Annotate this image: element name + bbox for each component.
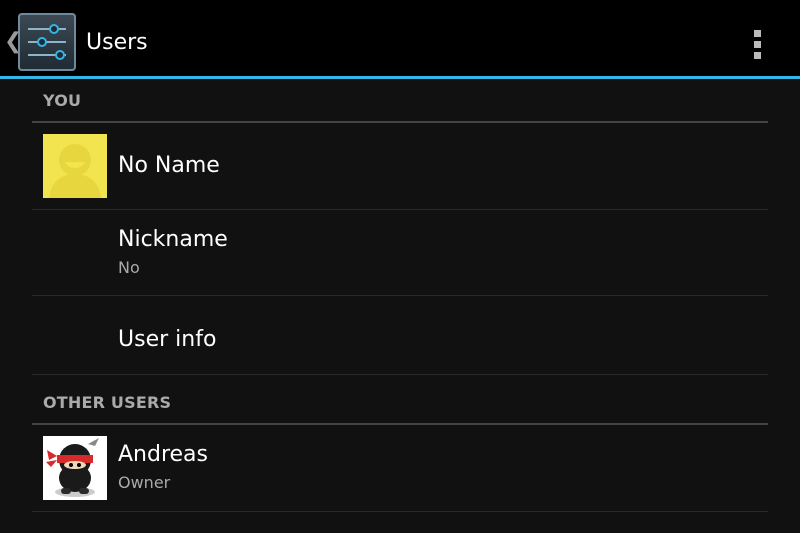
user-role: Owner (118, 473, 171, 492)
overflow-dot (754, 41, 761, 48)
list-item-nickname[interactable]: Nickname No (32, 210, 768, 296)
section-header-other-users: OTHER USERS (32, 381, 768, 425)
list-item-user-andreas[interactable]: Andreas Owner (32, 425, 768, 512)
user-name: Andreas (118, 442, 208, 467)
overflow-dot (754, 52, 761, 59)
default-user-avatar (43, 134, 107, 198)
ninja-avatar (43, 436, 107, 500)
list-item-own-profile[interactable]: No Name (32, 123, 768, 210)
profile-name: No Name (118, 153, 220, 178)
section-header-label: YOU (43, 91, 82, 110)
users-list[interactable]: YOU No Name Nickname No User info OTHER … (0, 79, 800, 533)
section-header-you: YOU (32, 79, 768, 123)
nickname-value: No (118, 258, 140, 277)
section-header-label: OTHER USERS (43, 393, 172, 412)
overflow-dot (754, 30, 761, 37)
up-navigation-button[interactable]: ❮ (0, 6, 80, 76)
overflow-menu-icon[interactable] (740, 12, 776, 72)
settings-sliders-icon (18, 13, 76, 71)
list-item-user-info[interactable]: User info (32, 296, 768, 375)
page-title: Users (86, 30, 148, 55)
nickname-label: Nickname (118, 227, 228, 252)
user-info-label: User info (118, 327, 217, 352)
